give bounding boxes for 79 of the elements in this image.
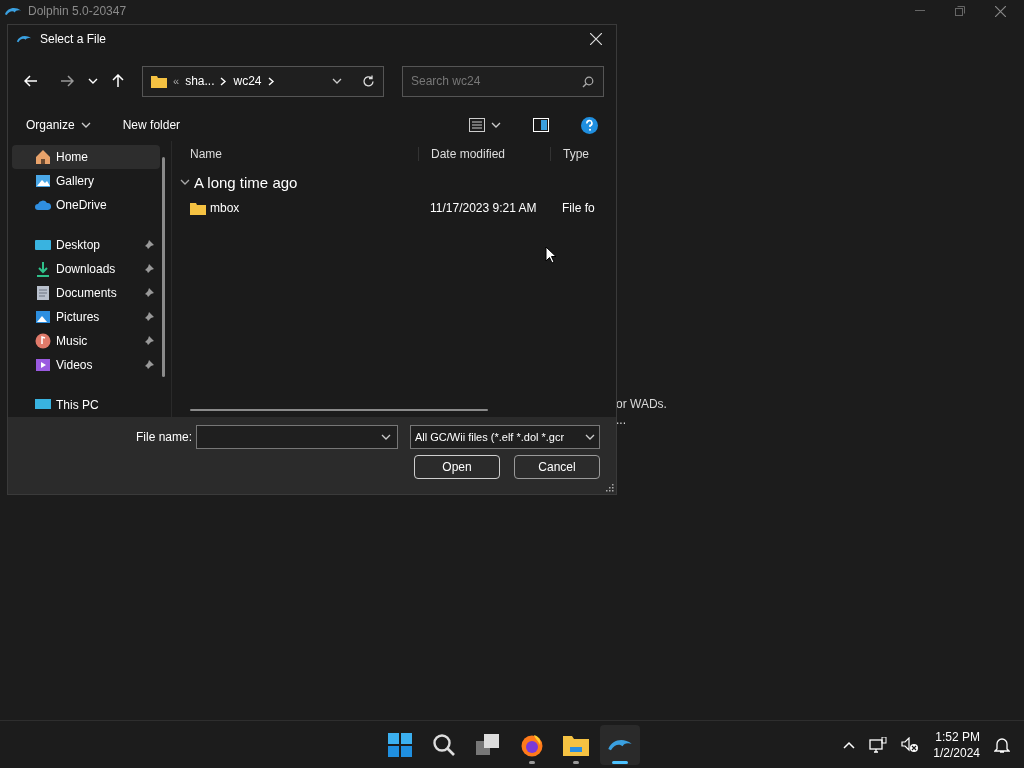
home-icon [34,148,52,166]
column-header[interactable]: Type [550,147,616,161]
up-arrow-icon [112,74,124,88]
mouse-pointer-icon [545,246,557,264]
cancel-button[interactable]: Cancel [514,455,600,479]
close-icon[interactable] [995,5,1006,17]
dropdown-icon [381,434,391,440]
organize-button[interactable]: Organize [20,116,97,134]
folder-icon [190,201,206,215]
scrollbar-thumb[interactable] [162,157,165,377]
sidebar-item[interactable]: Desktop [12,233,160,257]
new-folder-button[interactable]: New folder [116,116,187,134]
search-icon [432,733,456,757]
chevron-icon [180,177,190,187]
windows-logo-icon [388,733,412,757]
type-cell-text: File fo [561,201,596,215]
sidebar-item[interactable]: Downloads [12,257,160,281]
sidebar-item[interactable]: Documents [12,281,160,305]
breadcrumb-segment[interactable]: sha... [185,74,215,88]
column-header[interactable]: Date modified [418,147,550,161]
sidebar-item[interactable]: This PC [12,393,160,417]
refresh-icon[interactable] [362,74,375,88]
chevron-icon [267,76,275,86]
muted-speaker-icon[interactable] [901,736,920,753]
folder-icon [151,74,167,88]
group-header[interactable]: A long time ago [178,167,616,197]
music-icon [34,332,52,350]
date-cell-text: 11/17/2023 9:21 AM [429,201,538,215]
minimize-icon[interactable] [915,10,925,12]
file-name-label: File name: [135,430,192,444]
close-icon [590,33,602,45]
fox-globe-icon [520,733,544,757]
open-button[interactable]: Open [414,455,500,479]
sidebar-item[interactable]: OneDrive [12,193,160,217]
search-field[interactable]: Search wc24 [402,65,604,97]
overflow-marker[interactable]: « [173,75,180,87]
chevron-icon [220,76,228,86]
right-arrow-icon [60,75,74,87]
folder-icon [563,734,589,756]
address-bar[interactable]: « sha... wc24 [142,65,384,97]
sidebar-item[interactable]: Home [12,145,160,169]
background-text: ... [616,413,626,427]
list-view-icon [469,118,485,132]
dialog-title: Select a File [40,32,108,46]
video-icon [34,356,52,374]
clock-date[interactable]: 1/2/2024 [933,744,980,761]
left-arrow-icon [24,75,38,87]
document-icon [34,284,52,302]
help-icon [581,116,598,134]
preview-pane-icon [533,118,549,132]
window-title: Dolphin 5.0-20347 [28,4,127,18]
sidebar-item[interactable]: Pictures [12,305,160,329]
bell-icon[interactable] [994,735,1010,754]
network-icon[interactable] [869,736,888,753]
column-header[interactable]: Name [178,147,418,161]
sidebar-item[interactable]: Videos [12,353,160,377]
gallery-icon [34,172,52,190]
caret-icon [80,122,91,128]
dropdown-icon [585,434,595,440]
search-icon [582,75,594,88]
breadcrumb-segment[interactable]: wc24 [233,74,262,88]
scrollbar-thumb[interactable] [190,409,488,411]
file-type-dropdown[interactable]: All GC/Wii files (*.elf *.dol *.gcr [410,425,600,449]
restore-icon[interactable] [955,6,965,16]
sidebar-item[interactable]: Music [12,329,160,353]
download-icon [34,260,52,278]
background-text: or WADs. [616,397,667,411]
resize-grip-icon[interactable] [606,484,614,492]
clock-time[interactable]: 1:52 PM [935,728,980,745]
sidebar-item[interactable]: Gallery [12,169,160,193]
file-name-field[interactable] [196,425,398,449]
task-view-icon [476,734,500,756]
taskbar-button[interactable] [600,725,640,765]
file-name-cell[interactable]: mbox [210,201,240,215]
dropdown-icon [332,78,342,84]
caret-icon [491,122,501,128]
chevron-up-icon[interactable] [843,740,856,749]
chevron-down-icon [88,78,98,84]
picture-icon [34,308,52,326]
